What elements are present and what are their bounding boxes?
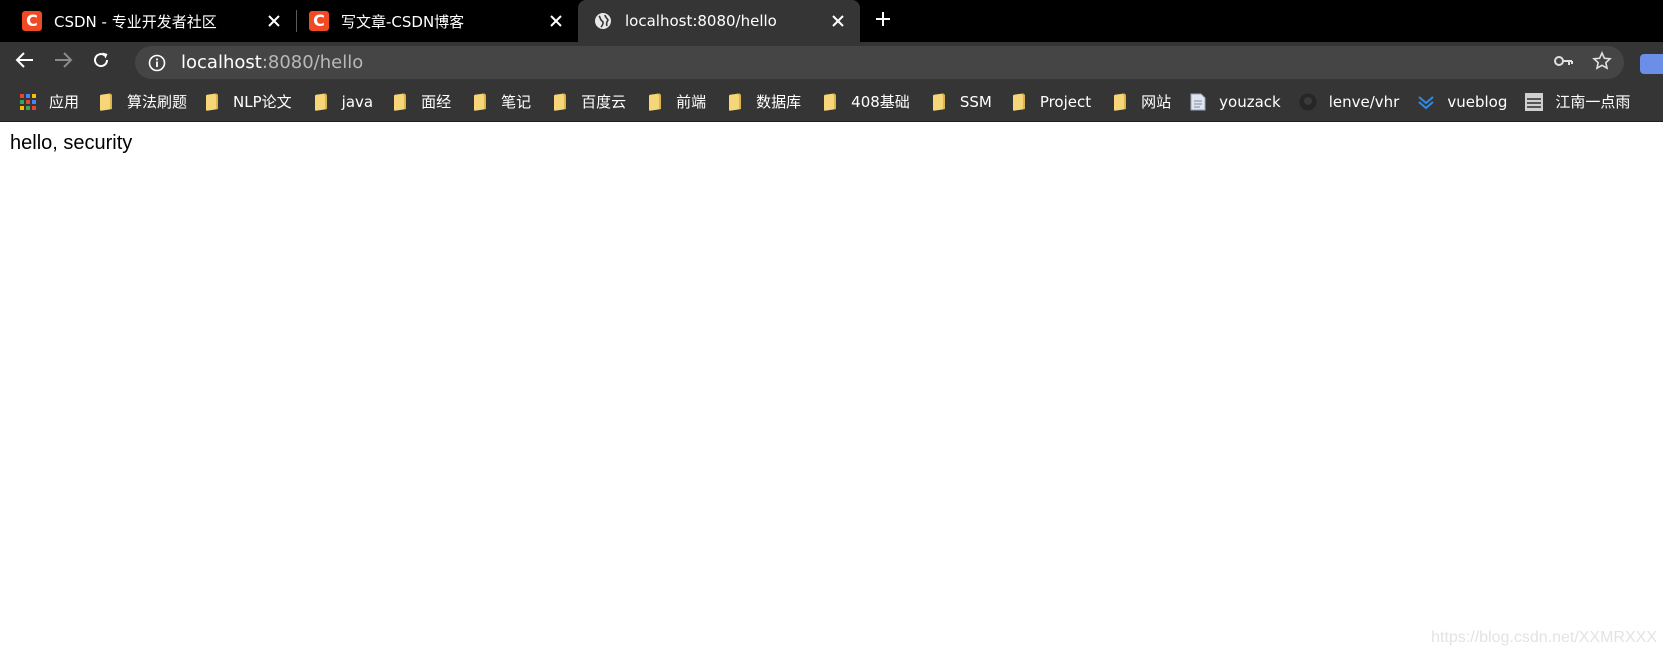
url-host: localhost	[181, 52, 262, 73]
bookmark-folder[interactable]: 数据库	[726, 87, 811, 117]
new-tab-button[interactable]	[866, 0, 900, 42]
github-icon	[1299, 93, 1317, 111]
folder-icon	[646, 92, 664, 111]
address-bar-actions	[1554, 50, 1612, 75]
bookmark-label: 笔记	[501, 93, 532, 111]
star-icon[interactable]	[1592, 50, 1612, 75]
toolbar: localhost:8080/hello	[0, 42, 1663, 82]
arrow-left-icon	[15, 51, 35, 73]
bookmark-label: 应用	[49, 93, 80, 111]
folder-icon	[1010, 92, 1028, 111]
extension-icon[interactable]	[1640, 54, 1663, 74]
tab-title: localhost:8080/hello	[625, 12, 777, 30]
image-icon	[1525, 92, 1544, 111]
close-icon[interactable]	[828, 11, 848, 31]
bookmark-folder[interactable]: 前端	[646, 87, 716, 117]
tab-localhost-hello[interactable]: localhost:8080/hello	[578, 0, 860, 42]
url-path: :8080/hello	[261, 52, 364, 73]
bookmark-label: 前端	[676, 93, 707, 111]
bookmark-folder[interactable]: 百度云	[551, 87, 636, 117]
folder-icon	[471, 92, 489, 111]
bookmark-folder[interactable]: 算法刷题	[97, 87, 197, 117]
url-text[interactable]: localhost:8080/hello	[181, 52, 1554, 73]
bookmark-label: vueblog	[1447, 92, 1508, 111]
bookmark-label: youzack	[1219, 92, 1281, 111]
tab-strip: C CSDN - 专业开发者社区 C 写文章-CSDN博客 localhost:…	[0, 0, 1663, 42]
arrow-right-icon	[53, 51, 73, 73]
apps-grid-icon	[19, 93, 37, 111]
bookmark-folder[interactable]: NLP论文	[203, 87, 302, 117]
plus-icon	[875, 11, 891, 31]
bookmark-apps[interactable]: 应用	[19, 87, 89, 117]
folder-icon	[930, 92, 948, 111]
bookmark-folder[interactable]: 网站	[1111, 87, 1181, 117]
tab-title: CSDN - 专业开发者社区	[54, 12, 217, 31]
close-icon[interactable]	[264, 11, 284, 31]
folder-icon	[726, 92, 744, 111]
bookmark-label: 面经	[421, 93, 452, 111]
close-icon[interactable]	[546, 11, 566, 31]
bookmark-folder[interactable]: java	[312, 87, 383, 117]
bookmark-label: NLP论文	[233, 93, 292, 111]
bookmark-label: 算法刷题	[127, 93, 188, 111]
csdn-icon: C	[22, 11, 42, 31]
bookmark-label: lenve/vhr	[1328, 92, 1400, 111]
tab-csdn-home[interactable]: C CSDN - 专业开发者社区	[0, 0, 296, 42]
folder-icon	[1111, 92, 1129, 111]
bookmark-jiangnan[interactable]: 江南一点雨	[1525, 87, 1640, 117]
bookmark-folder[interactable]: 408基础	[821, 87, 920, 117]
csdn-icon: C	[309, 11, 329, 31]
folder-icon	[391, 92, 409, 111]
bookmark-youzack[interactable]: youzack	[1189, 87, 1291, 117]
bookmark-label: SSM	[959, 92, 992, 111]
page-viewport: hello, security https://blog.csdn.net/XX…	[0, 122, 1663, 661]
forward-button[interactable]	[44, 46, 82, 78]
key-icon[interactable]	[1554, 53, 1574, 72]
bookmark-label: 百度云	[581, 93, 627, 111]
bookmark-folder[interactable]: Project	[1010, 87, 1101, 117]
bookmark-folder[interactable]: SSM	[930, 87, 1002, 117]
globe-icon	[593, 11, 613, 31]
back-button[interactable]	[6, 46, 44, 78]
bookmark-folder[interactable]: 笔记	[471, 87, 541, 117]
info-icon[interactable]	[147, 53, 167, 73]
page-text: hello, security	[10, 132, 133, 154]
reload-button[interactable]	[82, 46, 120, 78]
browser-window: C CSDN - 专业开发者社区 C 写文章-CSDN博客 localhost:…	[0, 0, 1663, 662]
folder-icon	[551, 92, 569, 111]
bookmark-label: Project	[1039, 92, 1092, 111]
folder-icon	[821, 92, 839, 111]
bookmark-label: 408基础	[851, 93, 910, 111]
bookmark-label: 数据库	[756, 93, 802, 111]
document-icon	[1189, 93, 1207, 111]
address-bar[interactable]: localhost:8080/hello	[135, 46, 1624, 79]
bookmark-label: 网站	[1141, 93, 1172, 111]
watermark: https://blog.csdn.net/XXMRXXX	[1431, 629, 1657, 646]
folder-icon	[97, 92, 115, 111]
bookmark-vueblog[interactable]: vueblog	[1417, 87, 1517, 117]
bookmarks-bar: 应用 算法刷题 NLP论文 java 面经 笔记 百度云 前端 数据库 408基…	[0, 82, 1663, 122]
folder-icon	[203, 92, 221, 111]
bookmark-label: java	[341, 92, 374, 111]
reload-icon	[92, 51, 110, 73]
tab-csdn-write[interactable]: C 写文章-CSDN博客	[297, 0, 578, 42]
bookmark-lenve-vhr[interactable]: lenve/vhr	[1299, 87, 1410, 117]
folder-icon	[312, 92, 330, 111]
tab-title: 写文章-CSDN博客	[341, 12, 465, 31]
vueblog-icon	[1417, 93, 1435, 111]
bookmark-folder[interactable]: 面经	[391, 87, 461, 117]
bookmark-label: 江南一点雨	[1555, 93, 1631, 111]
